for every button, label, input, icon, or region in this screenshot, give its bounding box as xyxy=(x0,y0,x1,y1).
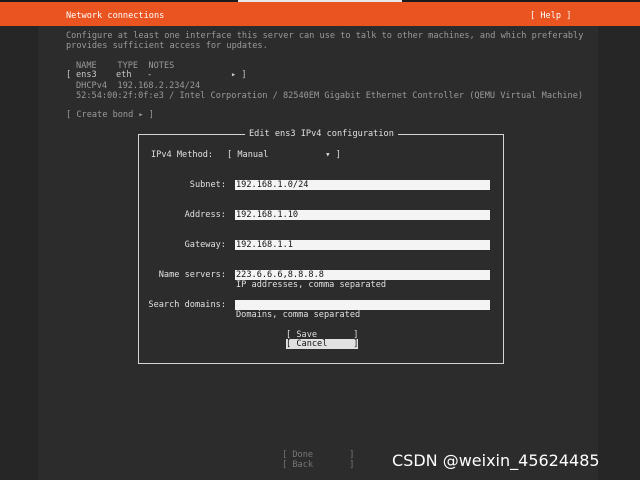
interface-notes: - xyxy=(147,70,153,80)
interface-name: ens3 xyxy=(76,70,97,80)
intro-line-1: Configure at least one interface this se… xyxy=(66,31,584,41)
gateway-field[interactable]: 192.168.1.1 xyxy=(235,240,490,250)
address-label: Address: xyxy=(184,210,226,220)
header-bar: Network connections [ Help ] xyxy=(0,2,640,26)
interface-menu-arrow[interactable]: ▸ ] xyxy=(231,70,247,80)
subnet-label: Subnet: xyxy=(189,180,226,190)
left-margin xyxy=(0,26,38,480)
help-button[interactable]: [ Help ] xyxy=(530,11,571,21)
name-servers-label: Name servers: xyxy=(158,270,226,280)
watermark: CSDN @weixin_45624485 xyxy=(392,451,600,470)
interface-hardware-info: 52:54:00:2f:0f:e3 / Intel Corporation / … xyxy=(76,91,584,101)
dialog-title: Edit ens3 IPv4 configuration xyxy=(245,129,398,139)
name-servers-hint: IP addresses, comma separated xyxy=(236,280,387,290)
search-domains-label: Search domains: xyxy=(148,300,226,310)
ipv4-method-label: IPv4 Method: xyxy=(151,150,214,160)
search-domains-field[interactable] xyxy=(235,300,490,310)
done-button[interactable]: [ Done ] xyxy=(282,450,354,460)
interface-type: eth xyxy=(116,70,132,80)
cancel-button[interactable]: [ Cancel ] xyxy=(286,339,359,349)
page-title: Network connections xyxy=(66,11,165,21)
name-servers-field[interactable]: 223.6.6.6,8.8.8.8 xyxy=(235,270,490,280)
gateway-label: Gateway: xyxy=(184,240,226,250)
intro-line-2: provides sufficient access for updates. xyxy=(66,41,268,51)
interface-dhcp-info: DHCPv4 192.168.2.234/24 xyxy=(76,81,201,91)
row-open-bracket: [ xyxy=(66,70,72,80)
back-button[interactable]: [ Back ] xyxy=(282,460,354,470)
subnet-field[interactable]: 192.168.1.0/24 xyxy=(235,180,490,190)
ipv4-method-select[interactable]: [ Manual ▾ ] xyxy=(227,150,341,160)
search-domains-hint: Domains, comma separated xyxy=(236,310,361,320)
create-bond-button[interactable]: [ Create bond ▸ ] xyxy=(66,110,154,120)
right-margin xyxy=(598,26,640,480)
address-field[interactable]: 192.168.1.10 xyxy=(235,210,490,220)
